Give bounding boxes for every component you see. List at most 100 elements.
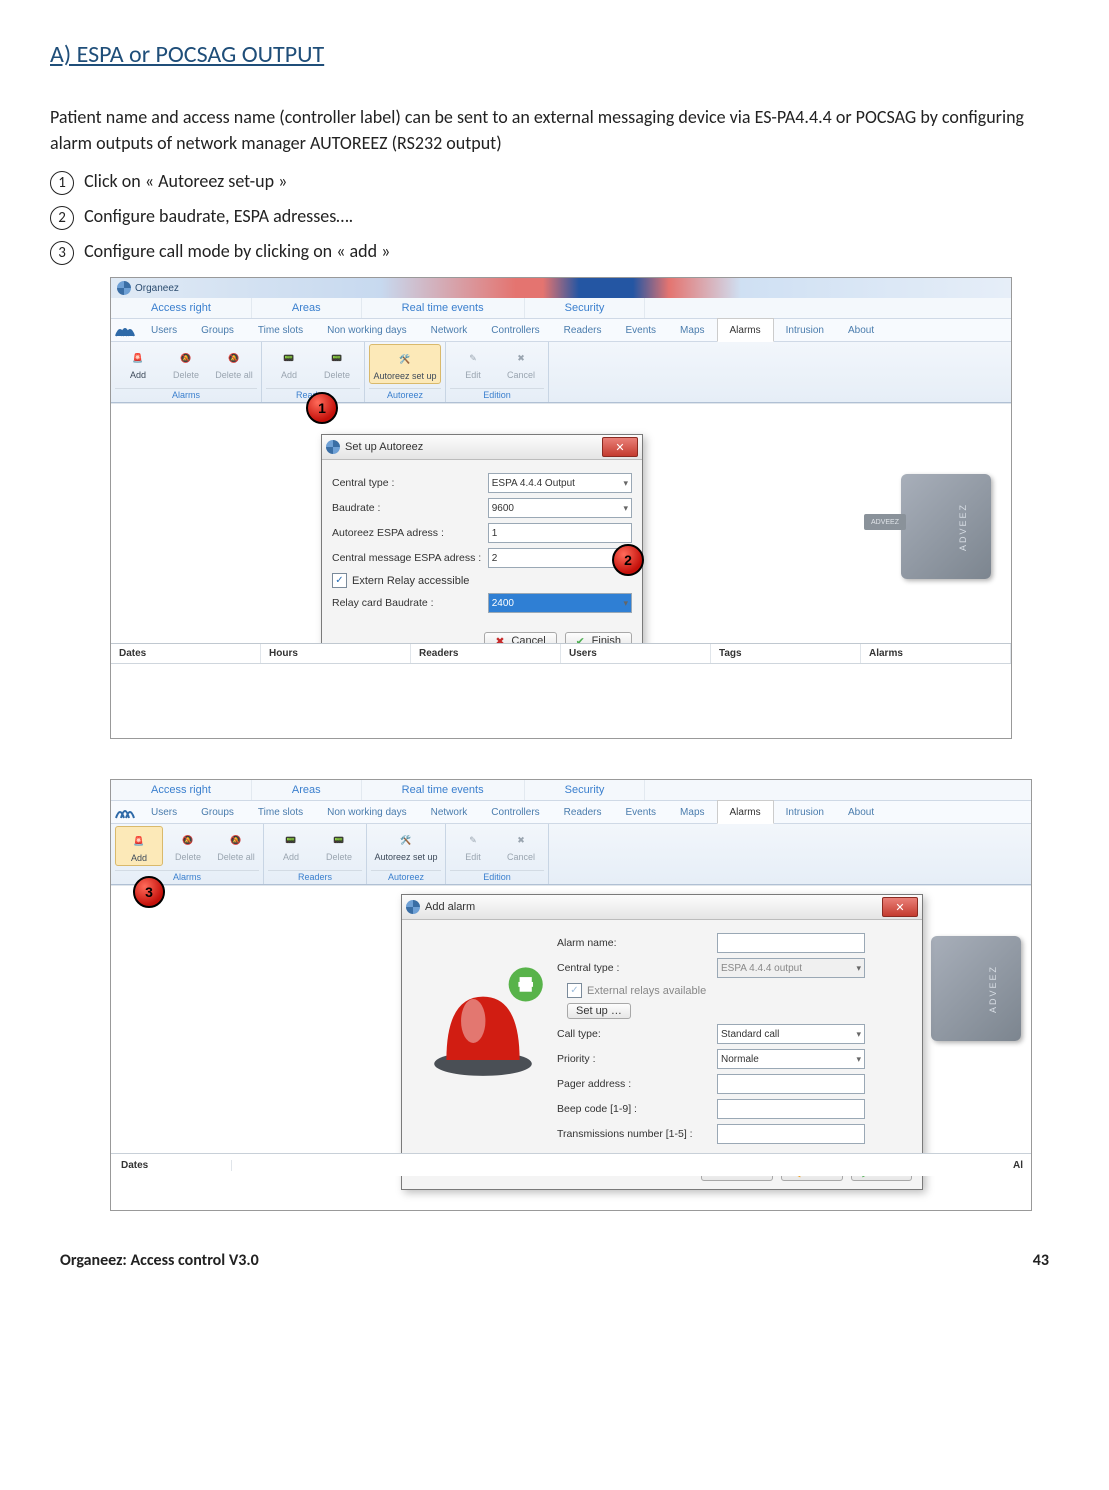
add2-button-2[interactable]: 📟Add — [268, 826, 314, 864]
delete2-button[interactable]: 📟Delete — [314, 344, 360, 382]
nav2-timeslots[interactable]: Time slots — [246, 801, 315, 823]
tab2-access-right[interactable]: Access right — [111, 780, 252, 800]
tab-areas[interactable]: Areas — [252, 298, 362, 318]
col-users[interactable]: Users — [561, 644, 711, 663]
col-al-2[interactable]: Al — [1005, 1160, 1031, 1171]
delete2-button-2[interactable]: 📟Delete — [316, 826, 362, 864]
nav-alarms[interactable]: Alarms — [717, 318, 774, 342]
edit-button[interactable]: ✎Edit — [450, 344, 496, 382]
alarm-delete-icon: 🔕 — [174, 346, 198, 370]
beep-code-input[interactable] — [717, 1099, 865, 1119]
nav-controllers[interactable]: Controllers — [479, 319, 551, 341]
central-espa-input[interactable]: 2 — [488, 548, 632, 568]
bottom-table: Dates Hours Readers Users Tags Alarms — [111, 643, 1011, 704]
extern-relay-checkbox[interactable]: ✓ — [332, 573, 347, 588]
nav2-intrusion[interactable]: Intrusion — [774, 801, 836, 823]
label-autoreez-espa: Autoreez ESPA adress : — [332, 527, 488, 539]
label-call-type: Call type: — [557, 1028, 717, 1040]
dialog2-titlebar: Add alarm ✕ — [402, 895, 922, 920]
nav2-maps[interactable]: Maps — [668, 801, 716, 823]
tab2-security[interactable]: Security — [525, 780, 646, 800]
alarm-add-icon: 🚨 — [126, 346, 150, 370]
col-readers[interactable]: Readers — [411, 644, 561, 663]
nav2-nonworkingdays[interactable]: Non working days — [315, 801, 418, 823]
nav2-network[interactable]: Network — [419, 801, 480, 823]
nav2-about[interactable]: About — [836, 801, 886, 823]
nav-about[interactable]: About — [836, 319, 886, 341]
reader-delete-icon-2: 📟 — [327, 828, 351, 852]
nav-timeslots[interactable]: Time slots — [246, 319, 315, 341]
col-tags[interactable]: Tags — [711, 644, 861, 663]
nav-users[interactable]: Users — [139, 319, 189, 341]
screenshot-2: Access right Areas Real time events Secu… — [110, 779, 1032, 1211]
autoreez-setup-button-2[interactable]: 🛠️Autoreez set up — [371, 826, 441, 864]
nav-groups[interactable]: Groups — [189, 319, 246, 341]
tab2-areas[interactable]: Areas — [252, 780, 362, 800]
ribbon-top-tabs-2: Access right Areas Real time events Secu… — [111, 780, 1031, 801]
close-button[interactable]: ✕ — [602, 437, 638, 457]
nav2-readers[interactable]: Readers — [552, 801, 614, 823]
tab-security[interactable]: Security — [525, 298, 646, 318]
external-relays-checkbox[interactable]: ✓ — [567, 983, 582, 998]
step-3-number: 3 — [50, 241, 74, 265]
baudrate-dropdown[interactable]: 9600 — [488, 498, 632, 518]
call-type-dropdown[interactable]: Standard call — [717, 1024, 865, 1044]
nav-readers[interactable]: Readers — [552, 319, 614, 341]
close-button-2[interactable]: ✕ — [882, 897, 918, 917]
tab-access-right[interactable]: Access right — [111, 298, 252, 318]
priority-dropdown[interactable]: Normale — [717, 1049, 865, 1069]
deleteall-button[interactable]: 🔕Delete all — [211, 344, 257, 382]
col-dates-2[interactable]: Dates — [111, 1160, 232, 1171]
nav2-users[interactable]: Users — [139, 801, 189, 823]
nav-network[interactable]: Network — [419, 319, 480, 341]
add2-button[interactable]: 📟Add — [266, 344, 312, 382]
step-2-number: 2 — [50, 206, 74, 230]
autoreez-espa-input[interactable]: 1 — [488, 523, 632, 543]
group-label-autoreez-2: Autoreez — [371, 870, 441, 884]
col-alarms[interactable]: Alarms — [861, 644, 1011, 663]
transmissions-input[interactable] — [717, 1124, 865, 1144]
toolgroup2-alarms: 🚨Add 🔕Delete 🔕Delete all Alarms — [111, 824, 264, 884]
delete-button-2[interactable]: 🔕Delete — [165, 826, 211, 866]
autoreez-setup-button[interactable]: 🛠️Autoreez set up — [369, 344, 441, 384]
alarm-add-icon-2: 🚨 — [127, 829, 151, 853]
toolgroup2-readers: 📟Add 📟Delete Readers — [264, 824, 367, 884]
step-2-text: Configure baudrate, ESPA adresses…. — [84, 205, 353, 227]
tab-realtime[interactable]: Real time events — [362, 298, 525, 318]
nav-maps[interactable]: Maps — [668, 319, 716, 341]
cancel-button-2[interactable]: ✖Cancel — [498, 826, 544, 864]
edit-button-2[interactable]: ✎Edit — [450, 826, 496, 864]
col-dates[interactable]: Dates — [111, 644, 261, 663]
toolbar: 🚨Add 🔕Delete 🔕Delete all Alarms 📟Add 📟De… — [111, 342, 1011, 403]
nav-events[interactable]: Events — [613, 319, 668, 341]
add-button[interactable]: 🚨Add — [115, 344, 161, 382]
col-hours[interactable]: Hours — [261, 644, 411, 663]
device-image-2 — [931, 936, 1021, 1041]
deleteall-button-2[interactable]: 🔕Delete all — [213, 826, 259, 866]
cancel-button[interactable]: ✖Cancel — [498, 344, 544, 382]
relay-baudrate-dropdown[interactable]: 2400 — [488, 593, 632, 613]
alarm-name-input[interactable] — [717, 933, 865, 953]
label-external-relays: External relays available — [587, 985, 706, 997]
nav2-alarms[interactable]: Alarms — [717, 800, 774, 824]
ribbon-top-tabs: Access right Areas Real time events Secu… — [111, 298, 1011, 319]
nav-nonworkingdays[interactable]: Non working days — [315, 319, 418, 341]
bottom-strip-2: Dates Al — [111, 1153, 1031, 1176]
step-2: 2 Configure baudrate, ESPA adresses…. — [50, 205, 1059, 230]
setup-icon: 🛠️ — [393, 347, 417, 371]
central-type-dropdown[interactable]: ESPA 4.4.4 Output — [488, 473, 632, 493]
setup-button[interactable]: Set up … — [567, 1003, 631, 1019]
nav2-groups[interactable]: Groups — [189, 801, 246, 823]
pager-address-input[interactable] — [717, 1074, 865, 1094]
reader-delete-icon: 📟 — [325, 346, 349, 370]
add-button-2[interactable]: 🚨Add — [115, 826, 163, 866]
nav-intrusion[interactable]: Intrusion — [774, 319, 836, 341]
group-label-alarms: Alarms — [115, 388, 257, 402]
nav2-controllers[interactable]: Controllers — [479, 801, 551, 823]
delete-button[interactable]: 🔕Delete — [163, 344, 209, 382]
alarm-delete-icon-2: 🔕 — [176, 828, 200, 852]
nav-strip: Users Groups Time slots Non working days… — [111, 319, 1011, 342]
nav2-events[interactable]: Events — [613, 801, 668, 823]
tab2-realtime[interactable]: Real time events — [362, 780, 525, 800]
central-type-dropdown-2[interactable]: ESPA 4.4.4 output — [717, 958, 865, 978]
